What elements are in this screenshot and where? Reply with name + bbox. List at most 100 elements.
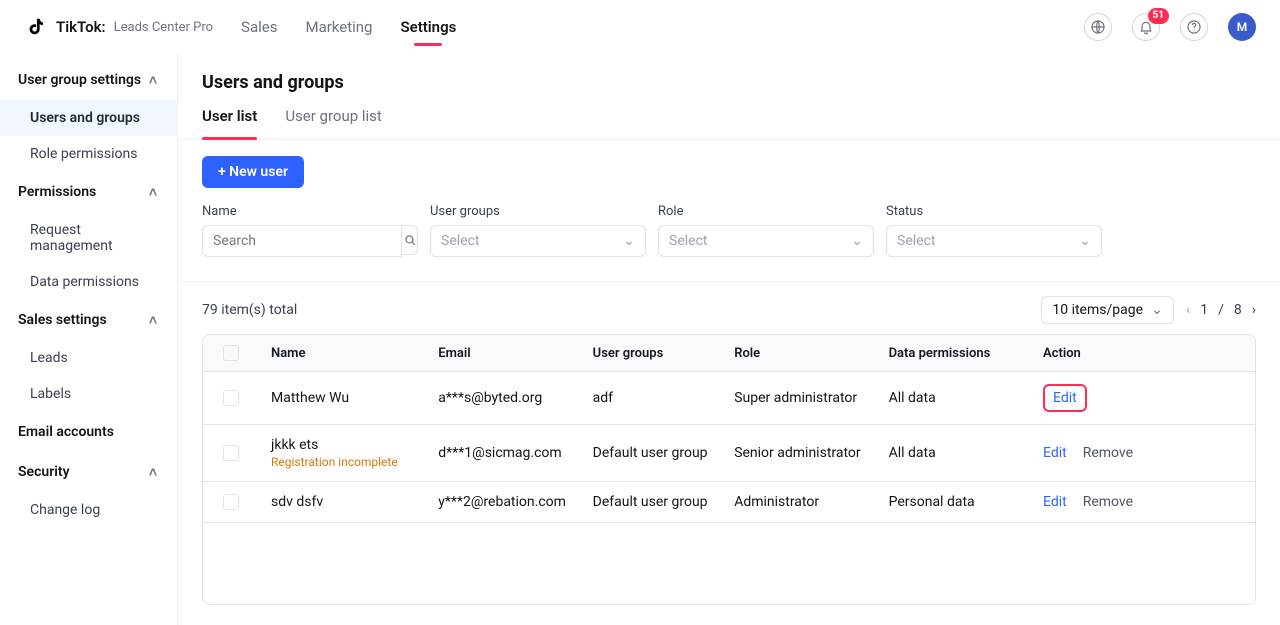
filter-label-name: Name [202,204,418,219]
globe-icon[interactable] [1084,13,1112,41]
header: TikTok: Leads Center Pro Sales Marketing… [0,0,1280,54]
row-checkbox[interactable] [223,494,239,510]
brand-sub: Leads Center Pro [114,20,213,35]
table: Name Email User groups Role Data permiss… [202,334,1256,605]
select-placeholder: Select [441,233,479,249]
nav-settings[interactable]: Settings [400,0,456,54]
col-email: Email [438,346,592,361]
tab-user-group-list[interactable]: User group list [285,97,382,139]
help-icon[interactable] [1180,13,1208,41]
actionbar: + New user [178,140,1280,188]
pager: 10 items/page ⌄ ‹ 1 / 8 › [1041,296,1256,324]
filter-status: Status Select ⌄ [886,204,1102,257]
table-top: 79 item(s) total 10 items/page ⌄ ‹ 1 / 8… [202,296,1256,324]
col-user-groups: User groups [593,346,735,361]
top-nav: Sales Marketing Settings [241,0,456,54]
cell-perm: All data [889,445,1043,461]
chevron-up-icon: ˄ [147,314,159,326]
cell-groups: Default user group [593,494,735,510]
avatar[interactable]: M [1228,13,1256,41]
sidebar: User group settings ˄ Users and groups R… [0,54,178,625]
sidebar-section-title: Sales settings [18,312,107,328]
chevron-down-icon: ⌄ [1079,235,1091,247]
new-user-button[interactable]: + New user [202,156,304,188]
sidebar-item-email-accounts[interactable]: Email accounts [0,412,177,452]
sidebar-item-leads[interactable]: Leads [0,340,177,376]
table-header: Name Email User groups Role Data permiss… [203,335,1255,372]
row-checkbox[interactable] [223,390,239,406]
select-all-checkbox[interactable] [223,345,239,361]
chevron-down-icon: ⌄ [1151,304,1163,316]
select-placeholder: Select [897,233,935,249]
search-button[interactable] [402,225,418,255]
chevron-down-icon: ⌄ [851,235,863,247]
current-page: 1 [1200,302,1208,318]
sidebar-section-title: Email accounts [18,424,114,440]
search-input[interactable] [211,232,393,250]
sidebar-section-user-group-settings[interactable]: User group settings ˄ [0,60,177,100]
cell-groups: adf [593,390,735,406]
remove-link[interactable]: Remove [1083,494,1133,510]
brand: TikTok: Leads Center Pro [24,15,213,39]
chevron-up-icon: ˄ [147,74,159,86]
main: Users and groups User list User group li… [178,54,1280,625]
nav-marketing[interactable]: Marketing [305,0,372,54]
select-role[interactable]: Select ⌄ [658,225,874,257]
cell-role: Administrator [734,494,888,510]
row-checkbox[interactable] [223,445,239,461]
prev-page-icon[interactable]: ‹ [1186,302,1190,318]
body: User group settings ˄ Users and groups R… [0,54,1280,625]
table-row: jkkk ets Registration incomplete d***1@s… [203,425,1255,482]
page-size-select[interactable]: 10 items/page ⌄ [1041,296,1174,324]
cell-email: d***1@sicmag.com [438,445,592,461]
select-placeholder: Select [669,233,707,249]
cell-name: jkkk ets [271,437,438,453]
select-user-groups[interactable]: Select ⌄ [430,225,646,257]
sidebar-item-labels[interactable]: Labels [0,376,177,412]
table-row: Matthew Wu a***s@byted.org adf Super adm… [203,372,1255,425]
table-container: 79 item(s) total 10 items/page ⌄ ‹ 1 / 8… [178,282,1280,625]
cell-role: Senior administrator [734,445,888,461]
tab-user-list[interactable]: User list [202,97,257,139]
search-input-wrap [202,225,402,257]
total-count: 79 item(s) total [202,302,297,318]
page-size-label: 10 items/page [1052,302,1143,318]
next-page-icon[interactable]: › [1252,302,1256,318]
sep: / [1218,302,1224,318]
pager-ctrl: ‹ 1 / 8 › [1186,302,1256,318]
nav-sales[interactable]: Sales [241,0,277,54]
cell-warning: Registration incomplete [271,455,438,469]
chevron-down-icon: ⌄ [623,235,635,247]
sidebar-section-sales-settings[interactable]: Sales settings ˄ [0,300,177,340]
cell-groups: Default user group [593,445,735,461]
sidebar-section-title: Security [18,464,70,480]
bell-icon[interactable]: 51 [1132,13,1160,41]
sidebar-item-data-permissions[interactable]: Data permissions [0,264,177,300]
header-icons: 51 M [1084,13,1256,41]
filter-label-status: Status [886,204,1102,219]
sidebar-item-role-permissions[interactable]: Role permissions [0,136,177,172]
sidebar-item-request-management[interactable]: Request management [0,212,177,264]
total-pages: 8 [1234,302,1242,318]
chevron-up-icon: ˄ [147,466,159,478]
cell-name: Matthew Wu [271,390,438,406]
cell-perm: Personal data [889,494,1043,510]
cell-perm: All data [889,390,1043,406]
col-data-permissions: Data permissions [889,346,1043,361]
edit-link[interactable]: Edit [1043,384,1087,412]
notification-badge: 51 [1148,8,1169,24]
select-status[interactable]: Select ⌄ [886,225,1102,257]
remove-link[interactable]: Remove [1083,445,1133,461]
sidebar-item-change-log[interactable]: Change log [0,492,177,528]
subtabs: User list User group list [178,97,1280,140]
sidebar-section-security[interactable]: Security ˄ [0,452,177,492]
sidebar-item-users-and-groups[interactable]: Users and groups [0,100,177,136]
edit-link[interactable]: Edit [1043,494,1067,510]
filters: Name User groups Select ⌄ [178,188,1280,282]
app-root: TikTok: Leads Center Pro Sales Marketing… [0,0,1280,625]
sidebar-section-permissions[interactable]: Permissions ˄ [0,172,177,212]
table-row: sdv dsfv y***2@rebation.com Default user… [203,482,1255,523]
col-name: Name [271,346,438,361]
cell-role: Super administrator [734,390,888,406]
edit-link[interactable]: Edit [1043,445,1067,461]
